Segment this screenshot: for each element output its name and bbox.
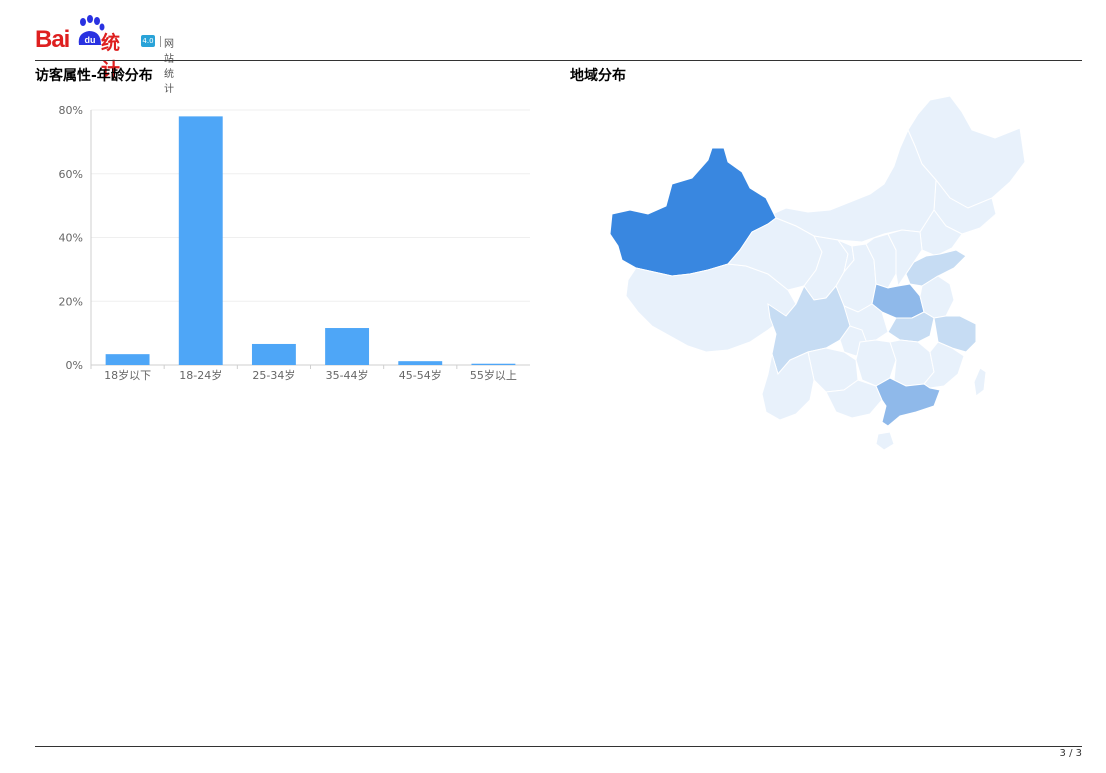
- report-header: Bai du 统计 4.0 网站统计: [35, 14, 435, 95]
- x-tick-label: 35-44岁: [326, 368, 369, 382]
- logo-subtitle: 网站统计: [164, 39, 174, 95]
- x-tick-label: 18岁以下: [104, 368, 151, 382]
- region-section-title: 地域分布: [570, 68, 626, 84]
- bar[interactable]: [325, 328, 370, 365]
- age-distribution-chart: 0% 20% 40% 60% 80% 18岁以下 18-24岁 25-34岁 35-44岁 45-…: [59, 104, 530, 382]
- bar[interactable]: [398, 361, 443, 365]
- province-jiangxi[interactable]: [889, 339, 935, 387]
- logo-divider: [160, 36, 161, 47]
- province-taiwan[interactable]: [973, 367, 987, 397]
- map-provinces: [609, 95, 1026, 451]
- page-number: 3 / 3: [1059, 748, 1082, 759]
- bar[interactable]: [251, 343, 296, 365]
- age-section-title: 访客属性-年龄分布: [35, 68, 153, 84]
- bar[interactable]: [105, 354, 150, 365]
- y-tick-label: 60%: [59, 168, 83, 181]
- y-tick-label: 20%: [59, 295, 83, 308]
- china-region-map: [609, 95, 1026, 451]
- x-tick-label: 18-24岁: [179, 368, 222, 382]
- x-tick-label: 55岁以上: [470, 368, 517, 382]
- y-tick-label: 80%: [59, 104, 83, 117]
- province-hainan[interactable]: [875, 431, 895, 451]
- bar[interactable]: [471, 363, 516, 365]
- province-yunnan[interactable]: [761, 351, 815, 421]
- version-badge: 4.0: [141, 35, 155, 47]
- logo-du-text: du: [85, 35, 96, 45]
- y-tick-label: 40%: [59, 232, 83, 245]
- header-divider: [35, 60, 1082, 61]
- bar[interactable]: [178, 116, 223, 365]
- logo-wordmark: Bai: [35, 26, 70, 53]
- y-tick-label: 0%: [66, 359, 83, 372]
- footer-divider: [35, 746, 1082, 747]
- x-tick-label: 45-54岁: [399, 368, 442, 382]
- x-tick-label: 25-34岁: [252, 368, 295, 382]
